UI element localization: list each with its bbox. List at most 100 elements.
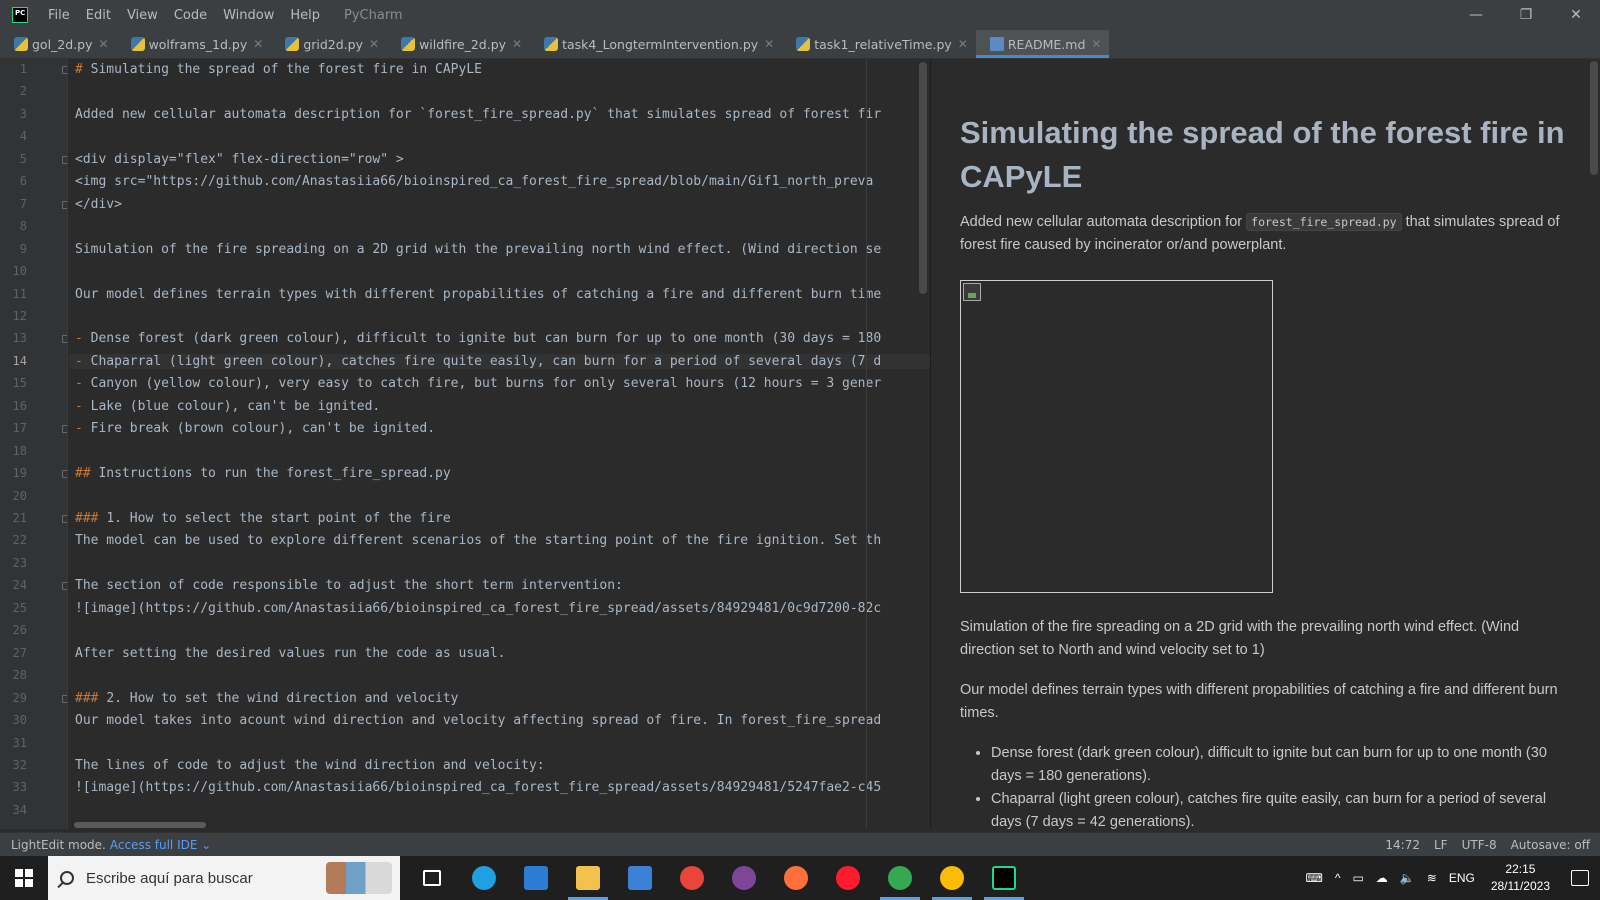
menu-window[interactable]: Window xyxy=(215,8,282,23)
code-line[interactable]: <img src="https://github.com/Anastasiia6… xyxy=(75,174,873,189)
code-line[interactable]: Added new cellular automata description … xyxy=(75,107,881,122)
code-editor[interactable]: # Simulating the spread of the forest fi… xyxy=(69,59,930,829)
menu-edit[interactable]: Edit xyxy=(78,8,119,23)
system-tray: ⌨ ^ ▭ ☁ 🔈 ≋ ENG 22:15 28/11/2023 xyxy=(1299,856,1600,900)
tab-task4-longtermintervention-py[interactable]: task4_LongtermIntervention.py ✕ xyxy=(530,30,782,58)
fold-marker-icon[interactable] xyxy=(62,582,67,591)
pycharm-taskbar-button[interactable] xyxy=(978,856,1030,900)
cloud-icon[interactable]: ☁ xyxy=(1370,871,1394,885)
close-tab-icon[interactable]: ✕ xyxy=(512,37,522,51)
code-text: Canyon (yellow colour), very easy to cat… xyxy=(90,376,882,392)
code-line[interactable]: <div display="flex" flex-direction="row"… xyxy=(75,152,404,167)
close-tab-icon[interactable]: ✕ xyxy=(369,37,379,51)
tab-grid2d-py[interactable]: grid2d.py ✕ xyxy=(271,30,387,58)
access-full-ide-link[interactable]: Access full IDE ⌄ xyxy=(110,838,211,852)
line-number: 29 xyxy=(12,690,27,705)
fold-marker-icon[interactable] xyxy=(62,694,67,703)
chevron-up-icon[interactable]: ^ xyxy=(1329,871,1347,885)
editor-vertical-scrollbar[interactable] xyxy=(919,62,927,294)
tab-label: wolframs_1d.py xyxy=(148,36,248,52)
tab-gol-2d-py[interactable]: gol_2d.py ✕ xyxy=(0,30,117,58)
horizontal-scrollbar[interactable] xyxy=(74,822,206,828)
tab-wildfire-2d-py[interactable]: wildfire_2d.py ✕ xyxy=(387,30,530,58)
code-line[interactable]: ![image](https://github.com/Anastasiia66… xyxy=(75,601,881,616)
wifi-icon[interactable]: ≋ xyxy=(1421,871,1443,885)
menu-view[interactable]: View xyxy=(119,8,166,23)
close-tab-icon[interactable]: ✕ xyxy=(764,37,774,51)
markdown-marker: ## xyxy=(75,466,99,482)
restore-button[interactable]: ❐ xyxy=(1502,0,1550,30)
code-line[interactable]: The lines of code to adjust the wind dir… xyxy=(75,758,545,773)
code-line[interactable]: Our model takes into acount wind directi… xyxy=(75,713,881,728)
line-number: 34 xyxy=(12,802,27,817)
file-explorer-taskbar-button[interactable] xyxy=(562,856,614,900)
code-line[interactable]: - Chaparral (light green colour), catche… xyxy=(69,353,930,369)
code-line[interactable]: - Canyon (yellow colour), very easy to c… xyxy=(75,376,881,391)
code-line[interactable]: </div> xyxy=(75,197,122,212)
fold-marker-icon[interactable] xyxy=(62,425,67,434)
close-tab-icon[interactable]: ✕ xyxy=(253,37,263,51)
battery-icon[interactable]: ▭ xyxy=(1346,871,1369,885)
start-button[interactable] xyxy=(0,856,48,900)
app-installer-taskbar-button[interactable] xyxy=(614,856,666,900)
keyboard-icon[interactable]: ⌨ xyxy=(1299,871,1328,885)
language-indicator[interactable]: ENG xyxy=(1443,871,1481,885)
notification-center-button[interactable] xyxy=(1560,856,1600,900)
chrome-profile-2-taskbar-button[interactable] xyxy=(926,856,978,900)
minimize-button[interactable]: — xyxy=(1452,0,1500,30)
task-view-taskbar-button[interactable] xyxy=(406,856,458,900)
code-line[interactable]: - Lake (blue colour), can't be ignited. xyxy=(75,399,380,414)
line-separator[interactable]: LF xyxy=(1434,838,1448,852)
chrome-profile-taskbar-button[interactable] xyxy=(874,856,926,900)
markdown-marker: - xyxy=(75,398,91,414)
volume-icon[interactable]: 🔈 xyxy=(1394,871,1421,885)
line-number: 1 xyxy=(19,62,27,76)
app-installer-icon xyxy=(628,866,652,890)
preview-heading: Simulating the spread of the forest fire… xyxy=(960,115,1565,194)
fold-marker-icon[interactable] xyxy=(62,470,67,479)
taskbar-search-box[interactable]: Escribe aquí para buscar xyxy=(48,856,400,900)
close-tab-icon[interactable]: ✕ xyxy=(958,37,968,51)
code-line[interactable]: ### 1. How to select the start point of … xyxy=(75,511,451,526)
opera-taskbar-button[interactable] xyxy=(822,856,874,900)
close-tab-icon[interactable]: ✕ xyxy=(1091,37,1101,51)
menu-file[interactable]: File xyxy=(40,8,78,23)
firefox-taskbar-button[interactable] xyxy=(770,856,822,900)
menu-help[interactable]: Help xyxy=(282,8,328,23)
menu-code[interactable]: Code xyxy=(166,8,215,23)
autosave-status[interactable]: Autosave: off xyxy=(1511,838,1590,852)
tab-wolframs-1d-py[interactable]: wolframs_1d.py ✕ xyxy=(117,30,272,58)
code-line[interactable]: ## Instructions to run the forest_fire_s… xyxy=(75,466,451,481)
caret-position[interactable]: 14:72 xyxy=(1385,838,1420,852)
code-line[interactable]: ### 2. How to set the wind direction and… xyxy=(75,691,459,706)
code-line[interactable]: - Dense forest (dark green colour), diff… xyxy=(75,331,881,346)
code-line[interactable]: # Simulating the spread of the forest fi… xyxy=(75,62,482,77)
code-line[interactable]: - Fire break (brown colour), can't be ig… xyxy=(75,421,435,436)
taskbar-app-list xyxy=(406,856,1030,900)
line-number: 12 xyxy=(12,308,27,323)
fold-marker-icon[interactable] xyxy=(62,515,67,523)
line-number: 16 xyxy=(12,398,27,413)
mail-taskbar-button[interactable] xyxy=(510,856,562,900)
close-window-button[interactable]: ✕ xyxy=(1552,0,1600,30)
tab-task1-relativetime-py[interactable]: task1_relativeTime.py ✕ xyxy=(782,30,976,58)
preview-scrollbar[interactable] xyxy=(1590,61,1598,175)
edge-taskbar-button[interactable] xyxy=(458,856,510,900)
file-encoding[interactable]: UTF-8 xyxy=(1462,838,1497,852)
fold-marker-icon[interactable] xyxy=(62,335,67,344)
list-item: Chaparral (light green colour), catches … xyxy=(991,788,1571,829)
code-line[interactable]: The section of code responsible to adjus… xyxy=(75,578,623,593)
fold-marker-icon[interactable] xyxy=(62,200,67,209)
fold-marker-icon[interactable] xyxy=(62,66,67,74)
code-line[interactable]: Our model defines terrain types with dif… xyxy=(75,287,881,302)
clock[interactable]: 22:15 28/11/2023 xyxy=(1481,861,1560,895)
code-line[interactable]: Simulation of the fire spreading on a 2D… xyxy=(75,242,881,257)
tab-readme-md[interactable]: README.md ✕ xyxy=(975,30,1110,58)
code-line[interactable]: After setting the desired values run the… xyxy=(75,646,505,661)
code-line[interactable]: The model can be used to explore differe… xyxy=(75,533,881,548)
chrome-taskbar-button[interactable] xyxy=(666,856,718,900)
fold-marker-icon[interactable] xyxy=(62,155,67,164)
tor-taskbar-button[interactable] xyxy=(718,856,770,900)
code-line[interactable]: ![image](https://github.com/Anastasiia66… xyxy=(75,780,881,795)
close-tab-icon[interactable]: ✕ xyxy=(99,37,109,51)
